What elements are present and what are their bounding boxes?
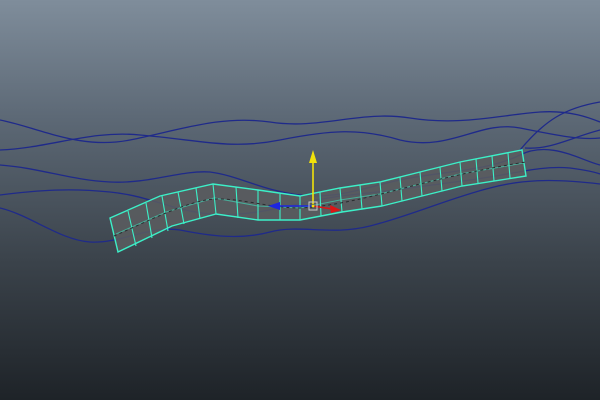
3d-viewport[interactable] <box>0 0 600 400</box>
pivot-center <box>311 204 315 208</box>
y-axis-arrow[interactable] <box>309 150 317 163</box>
scene-canvas[interactable] <box>0 0 600 400</box>
loft-surface[interactable] <box>109 149 527 254</box>
curve-2[interactable] <box>0 126 600 151</box>
